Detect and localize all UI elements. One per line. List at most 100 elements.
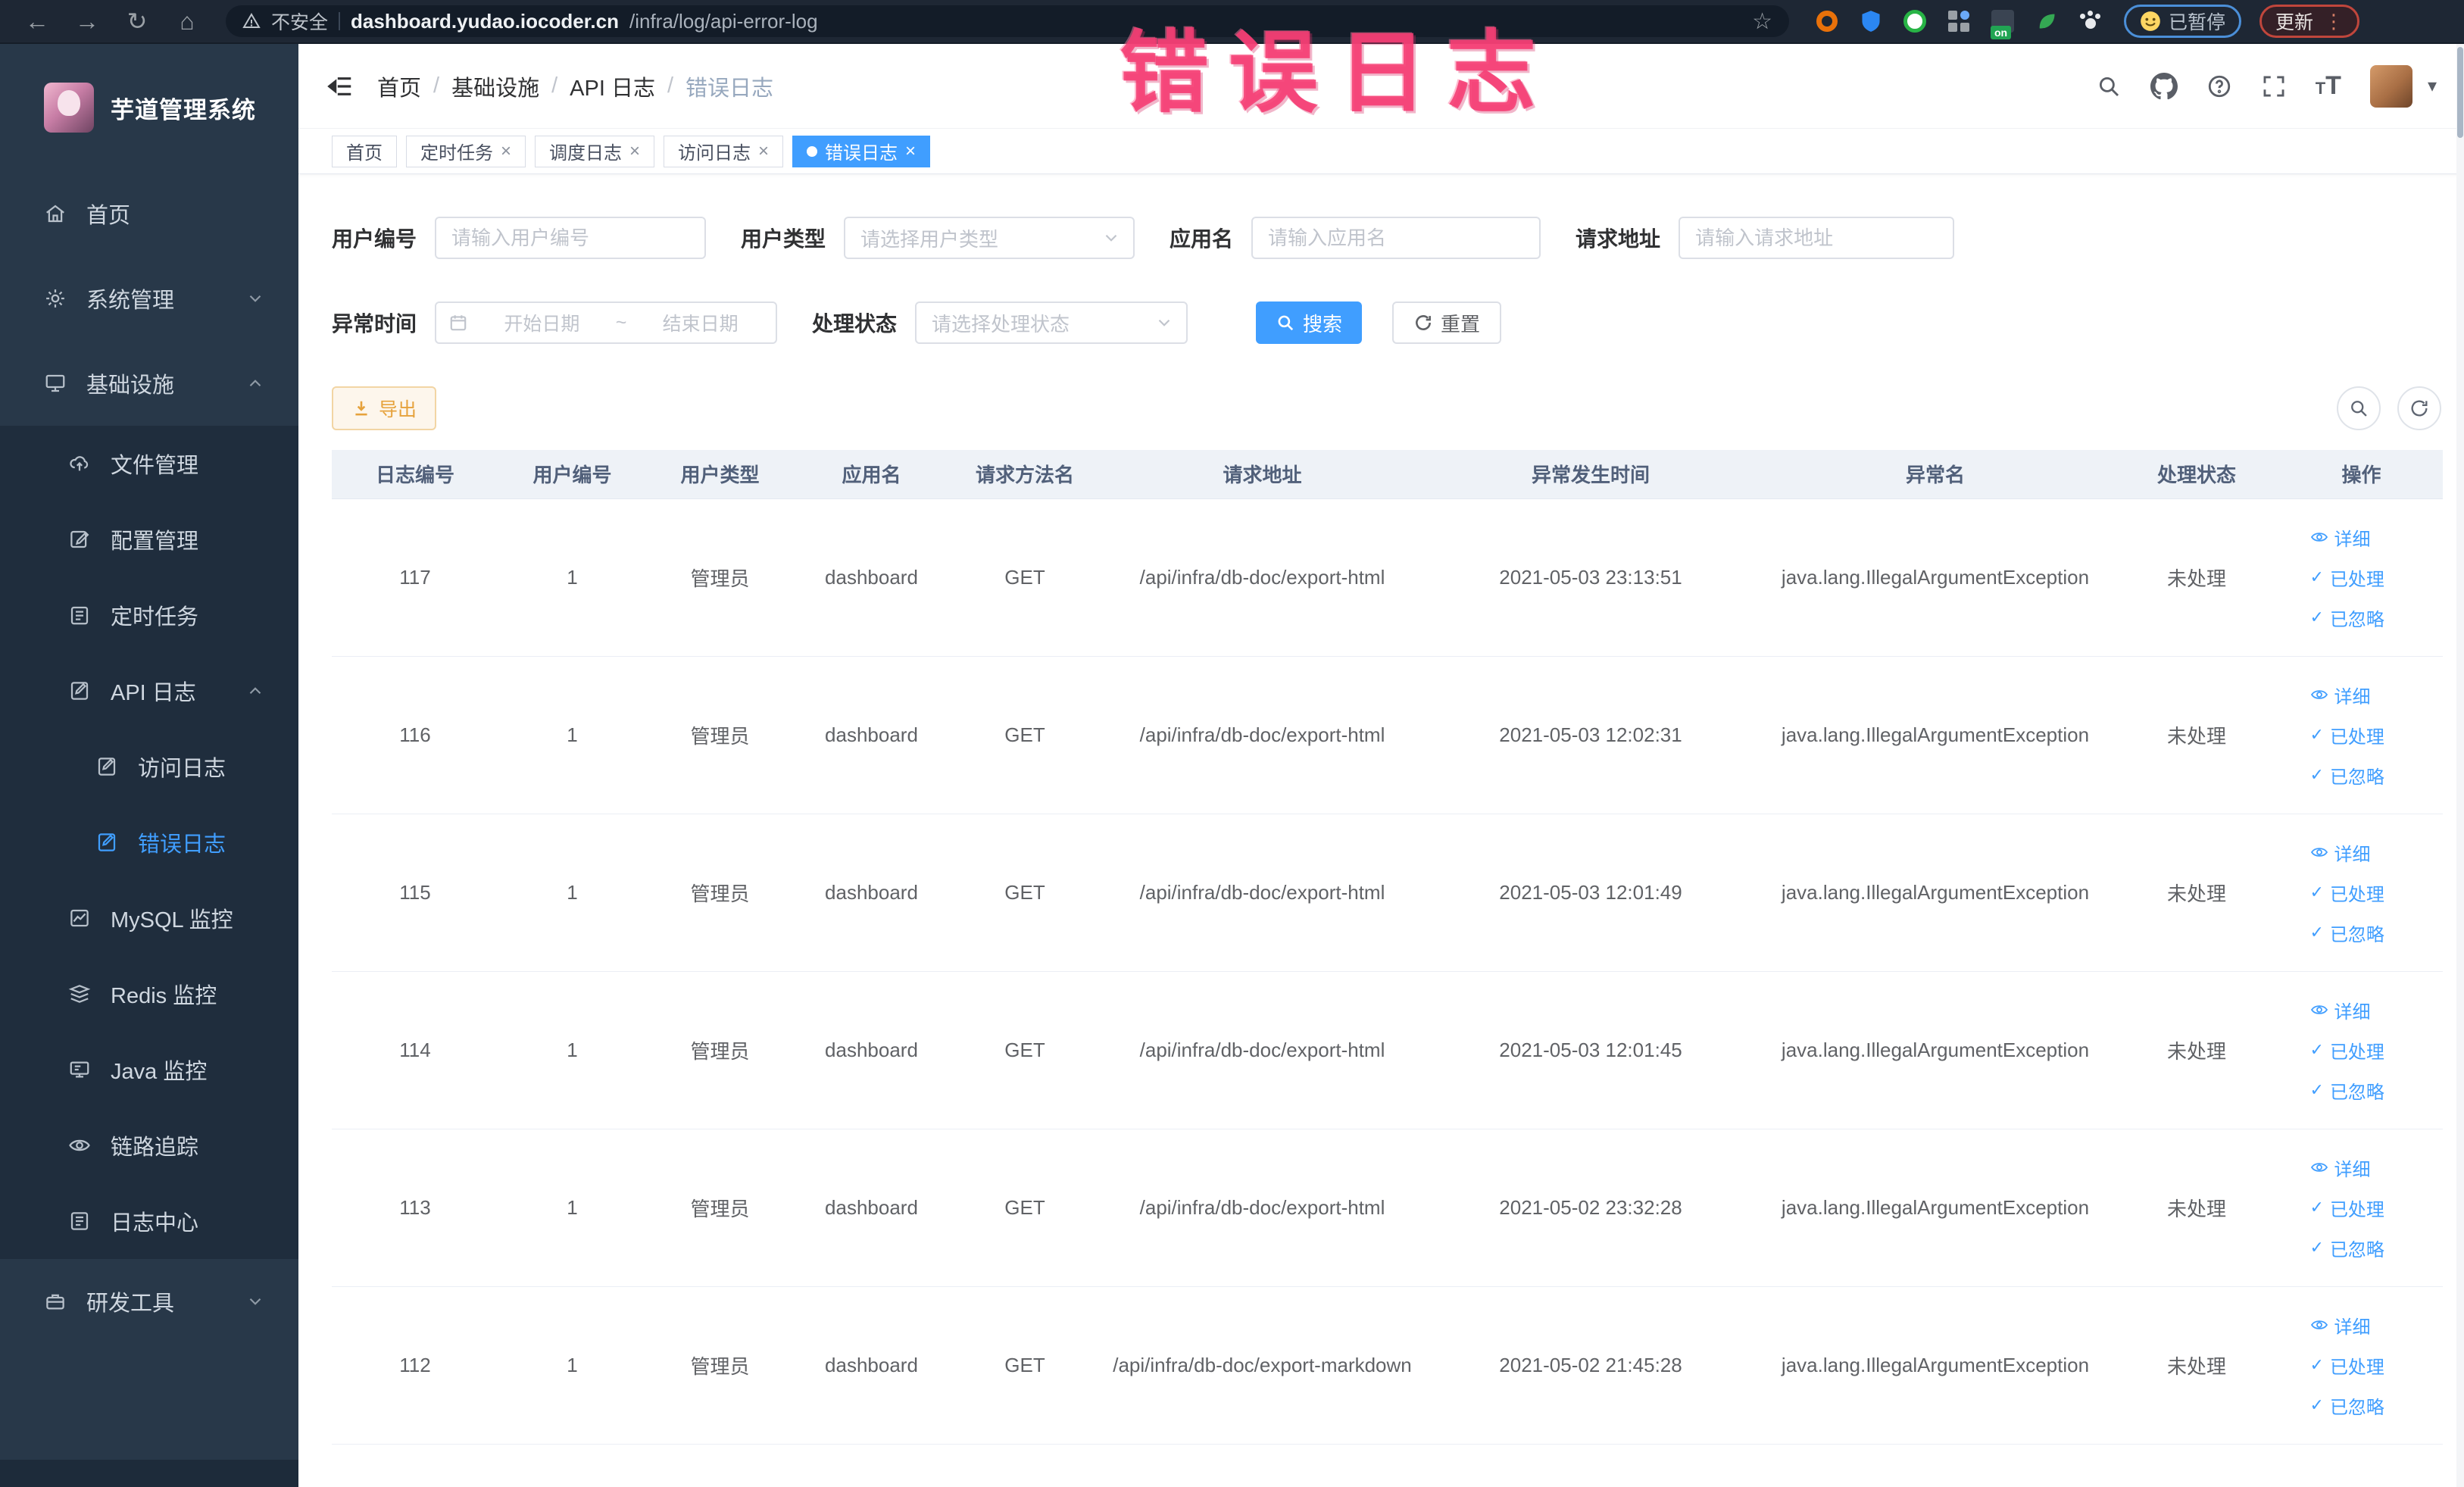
browser-forward-icon[interactable]: → xyxy=(65,0,109,42)
mark-processed-link[interactable]: ✓ 已处理 xyxy=(2310,879,2384,906)
tab-access-log[interactable]: 访问日志 × xyxy=(664,135,784,167)
detail-link[interactable]: 详细 xyxy=(2310,524,2371,551)
extension-paw-icon[interactable] xyxy=(2077,8,2104,35)
collapse-sidebar-icon[interactable] xyxy=(326,72,354,101)
extension-shield-icon[interactable] xyxy=(1857,8,1885,35)
cell-exception: java.lang.IllegalArgumentException xyxy=(1757,498,2113,657)
search-button[interactable]: 搜索 xyxy=(1256,301,1363,344)
detail-link[interactable]: 详细 xyxy=(2310,1312,2371,1339)
tab-home[interactable]: 首页 xyxy=(332,135,397,167)
app-name-input[interactable] xyxy=(1251,217,1541,259)
status-select[interactable]: 请选择处理状态 xyxy=(915,301,1188,344)
sidebar-item-system[interactable]: 系统管理 xyxy=(0,256,298,341)
page-scrollbar[interactable] xyxy=(2456,44,2464,1487)
sidebar-item-job[interactable]: 定时任务 xyxy=(0,577,298,653)
extension-grid-icon[interactable] xyxy=(1945,8,1972,35)
browser-home-icon[interactable]: ⌂ xyxy=(165,0,209,42)
date-range-picker[interactable]: 开始日期 ~ 结束日期 xyxy=(435,301,778,344)
github-icon[interactable] xyxy=(2150,72,2178,100)
cell-status: 未处理 xyxy=(2113,1286,2280,1445)
extension-donut-icon[interactable] xyxy=(1813,8,1841,35)
close-icon[interactable]: × xyxy=(501,142,511,161)
breadcrumb-item[interactable]: API 日志 xyxy=(570,70,655,102)
sidebar-item-access-log[interactable]: 访问日志 xyxy=(0,729,298,804)
close-icon[interactable]: × xyxy=(758,142,769,161)
detail-link[interactable]: 详细 xyxy=(2310,1154,2371,1181)
cell-time: 2021-05-02 21:45:28 xyxy=(1424,1286,1757,1445)
sidebar-item-config[interactable]: 配置管理 xyxy=(0,501,298,577)
browser-menu-icon[interactable]: ⋮ xyxy=(2324,10,2344,33)
tab-error-log[interactable]: 错误日志 × xyxy=(792,135,931,167)
mark-processed-link[interactable]: ✓ 已处理 xyxy=(2310,1037,2384,1064)
sidebar-item-redis[interactable]: Redis 监控 xyxy=(0,956,298,1032)
avatar[interactable] xyxy=(2369,64,2412,108)
extension-leaf-icon[interactable] xyxy=(2033,8,2060,35)
sidebar-item-java[interactable]: Java 监控 xyxy=(0,1032,298,1107)
user-id-input[interactable] xyxy=(435,217,707,259)
extension-on-toggle-icon[interactable]: on xyxy=(1989,8,2016,39)
browser-back-icon[interactable]: ← xyxy=(15,0,59,42)
table-row: 116 1 管理员 dashboard GET /api/infra/db-do… xyxy=(332,656,2443,814)
sidebar-item-infra[interactable]: 基础设施 xyxy=(0,341,298,426)
refresh-table-button[interactable] xyxy=(2397,386,2441,430)
sidebar-item-log-center[interactable]: 日志中心 xyxy=(0,1183,298,1259)
check-icon: ✓ xyxy=(2309,1040,2324,1059)
user-menu-caret-icon[interactable]: ▾ xyxy=(2428,75,2437,97)
sidebar-item-error-log[interactable]: 错误日志 xyxy=(0,804,298,880)
mark-ignored-link[interactable]: ✓ 已忽略 xyxy=(2310,1392,2384,1419)
mark-ignored-link[interactable]: ✓ 已忽略 xyxy=(2310,920,2384,946)
user-type-select[interactable]: 请选择用户类型 xyxy=(844,217,1135,259)
mark-processed-link[interactable]: ✓ 已处理 xyxy=(2310,1352,2384,1379)
column-header: 异常发生时间 xyxy=(1424,450,1757,499)
address-bar[interactable]: 不安全 dashboard.yudao.iocoder.cn /infra/lo… xyxy=(226,5,1789,37)
sidebar-item-label: 访问日志 xyxy=(138,757,226,781)
detail-link[interactable]: 详细 xyxy=(2310,997,2371,1023)
cell-status: 未处理 xyxy=(2113,656,2280,814)
eye-icon xyxy=(2310,1163,2328,1172)
sidebar-item-mysql[interactable]: MySQL 监控 xyxy=(0,880,298,956)
help-icon[interactable] xyxy=(2206,73,2232,99)
cell-method: GET xyxy=(949,1129,1101,1287)
browser-chrome: ← → ↻ ⌂ 不安全 dashboard.yudao.iocoder.cn /… xyxy=(0,0,2464,44)
bookmark-star-icon[interactable]: ☆ xyxy=(1752,8,1772,35)
paused-extension-pill[interactable]: 已暂停 xyxy=(2124,5,2242,38)
update-label: 更新 xyxy=(2275,12,2314,33)
tab-job-log[interactable]: 调度日志 × xyxy=(535,135,655,167)
sidebar-item-trace[interactable]: 链路追踪 xyxy=(0,1107,298,1183)
mark-processed-link[interactable]: ✓ 已处理 xyxy=(2310,564,2384,591)
search-icon[interactable] xyxy=(2096,73,2122,99)
sidebar-logo[interactable]: 芋道管理系统 xyxy=(0,44,298,171)
mark-ignored-link[interactable]: ✓ 已忽略 xyxy=(2310,762,2384,789)
sidebar-item-devtools[interactable]: 研发工具 xyxy=(0,1259,298,1344)
close-icon[interactable]: × xyxy=(905,142,916,161)
sidebar-item-api-log[interactable]: API 日志 xyxy=(0,653,298,729)
fullscreen-icon[interactable] xyxy=(2261,73,2287,99)
mark-ignored-link[interactable]: ✓ 已忽略 xyxy=(2310,1235,2384,1261)
scrollbar-thumb[interactable] xyxy=(2457,47,2463,138)
request-url-input[interactable] xyxy=(1679,217,1955,259)
mark-processed-link[interactable]: ✓ 已处理 xyxy=(2310,722,2384,748)
browser-reload-icon[interactable]: ↻ xyxy=(115,0,159,42)
export-button[interactable]: 导出 xyxy=(332,386,437,430)
sidebar-item-file[interactable]: 文件管理 xyxy=(0,426,298,501)
mark-ignored-link[interactable]: ✓ 已忽略 xyxy=(2310,604,2384,631)
update-button[interactable]: 更新 ⋮ xyxy=(2259,5,2360,38)
breadcrumb-item[interactable]: 基础设施 xyxy=(451,70,539,102)
reset-button[interactable]: 重置 xyxy=(1392,301,1502,344)
mark-processed-link[interactable]: ✓ 已处理 xyxy=(2310,1195,2384,1221)
toggle-search-button[interactable] xyxy=(2337,386,2381,430)
sidebar-item-home[interactable]: 首页 xyxy=(0,171,298,256)
tab-label: 错误日志 xyxy=(825,143,898,164)
gear-icon xyxy=(46,289,64,308)
detail-link[interactable]: 详细 xyxy=(2310,682,2371,708)
tab-job[interactable]: 定时任务 × xyxy=(406,135,526,167)
detail-link[interactable]: 详细 xyxy=(2310,839,2371,866)
close-icon[interactable]: × xyxy=(629,142,640,161)
table-row: 112 1 管理员 dashboard GET /api/infra/db-do… xyxy=(332,1286,2443,1445)
mark-ignored-link[interactable]: ✓ 已忽略 xyxy=(2310,1077,2384,1104)
font-size-icon[interactable]: TT xyxy=(2316,71,2341,101)
start-date-placeholder: 开始日期 xyxy=(504,314,580,335)
extension-green-circle-icon[interactable] xyxy=(1901,8,1928,35)
breadcrumb-item[interactable]: 首页 xyxy=(377,70,421,102)
security-label[interactable]: 不安全 xyxy=(271,8,328,35)
